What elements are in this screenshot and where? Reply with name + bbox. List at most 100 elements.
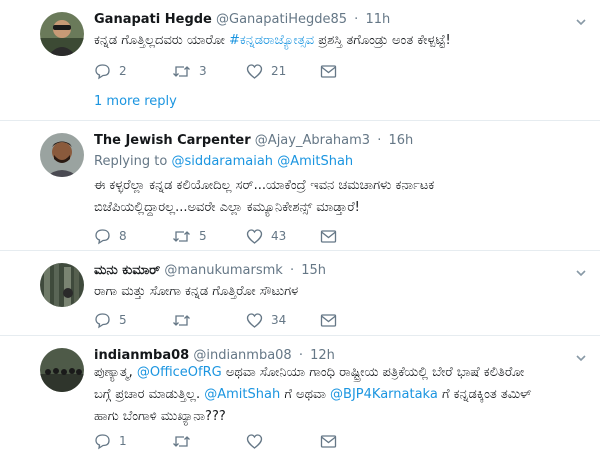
- like-icon: [246, 312, 263, 328]
- reply-icon: [95, 63, 110, 79]
- tweet-header: ಮನು ಕುಮಾರ್ @manukumarsmk · 15h: [94, 263, 326, 278]
- like-button[interactable]: 34: [246, 311, 286, 329]
- separator: ·: [354, 12, 359, 27]
- tweet-header: The Jewish Carpenter @Ajay_Abraham3 · 16…: [94, 133, 413, 148]
- reply-button[interactable]: 2: [94, 62, 127, 80]
- like-count: 34: [271, 313, 287, 327]
- tweet-actions: 2 3 21: [94, 62, 354, 80]
- mention-link[interactable]: @BJP4Karnataka: [330, 387, 438, 402]
- message-icon: [320, 229, 337, 243]
- like-icon: [246, 228, 263, 244]
- avatar[interactable]: [40, 263, 84, 307]
- reply-icon: [95, 312, 110, 328]
- retweet-icon: [173, 230, 190, 242]
- message-icon: [320, 313, 337, 327]
- tweet-text: ರಾಗಾ ಮತ್ತು ಸೋಗಾ ಕನ್ನಡ ಗೊತ್ತಿರೋ ಸೌಟುಗಳ: [94, 284, 299, 299]
- reply-count: 8: [119, 229, 127, 243]
- retweet-icon: [173, 435, 190, 447]
- text-segment: ಅಥವಾ ಸೋನಿಯಾ ಗಾಂಧಿ ರಾಷ್ಟ್ರೀಯ ಪತ್ರಿಕೆಯಲ್ಲಿ…: [221, 365, 525, 380]
- more-replies-link[interactable]: 1 more reply: [94, 94, 177, 109]
- tweet-header: Ganapati Hegde @GanapatiHegde85 · 11h: [94, 12, 390, 27]
- reply-icon: [95, 228, 110, 244]
- like-button[interactable]: 43: [246, 227, 286, 245]
- avatar[interactable]: [40, 12, 84, 56]
- like-icon: [246, 63, 263, 79]
- timestamp[interactable]: 11h: [365, 12, 390, 27]
- separator: ·: [289, 263, 295, 278]
- retweet-count: 5: [199, 229, 207, 243]
- tweet-indianmba08: indianmba08 @indianmba08 · 12h ಪುಣ್ಯಾತ್ಮ…: [0, 336, 600, 450]
- like-count: 43: [271, 229, 287, 243]
- timestamp[interactable]: 15h: [301, 263, 326, 278]
- mention-link[interactable]: @AmitShah: [277, 154, 353, 169]
- retweet-button[interactable]: 3: [172, 62, 207, 80]
- text-line: ಪುಣ್ಯಾತ್ಮ, @OfficeOfRG ಅಥವಾ ಸೋನಿಯಾ ಗಾಂಧಿ…: [94, 362, 584, 384]
- text-segment: ಬಗ್ಗೆ ಪ್ರಚಾರ ಮಾಡುತ್ತಿಲ್ಲ.: [94, 387, 205, 402]
- mention-link[interactable]: @siddaramaiah: [171, 154, 273, 169]
- text-line: ಈ ಕಳ್ಳರೆಲ್ಲಾ ಕನ್ನಡ ಕಲಿಯೋದಿಲ್ಲ ಸರ್...ಯಾಕೆ…: [94, 178, 435, 193]
- like-icon: [246, 433, 263, 449]
- retweet-button[interactable]: [172, 311, 199, 329]
- text-line: ಬಿಜೆಪಿಯಲ್ಲಿದ್ದಾರಲ್ಲ...ಅವರೇ ಎಲ್ಲಾ ಕಮ್ಯೂನಿ…: [94, 200, 360, 215]
- tweet-manu-kumar: ಮನು ಕುಮಾರ್ @manukumarsmk · 15h ರಾಗಾ ಮತ್ತ…: [0, 251, 600, 335]
- tweet-text: ಕನ್ನಡ ಗೊತ್ತಿಲ್ಲದವರು ಯಾರೋ #ಕನ್ನಡರಾಜ್ಯೋತ್ಸ…: [94, 30, 584, 52]
- like-count: 21: [271, 64, 287, 78]
- timestamp[interactable]: 16h: [388, 133, 413, 148]
- retweet-icon: [173, 314, 190, 326]
- avatar[interactable]: [40, 133, 84, 177]
- tweet-actions: 5 34: [94, 311, 354, 329]
- text-segment: ಪ್ರಶಸ್ತಿ ತಗೊಂಡ್ರು ಅಂತ ಕೇಳ್ಪಟ್ಟೆ!: [314, 33, 451, 48]
- text-line: ಬಗ್ಗೆ ಪ್ರಚಾರ ಮಾಡುತ್ತಿಲ್ಲ. @AmitShah ಗೆ ಅ…: [94, 384, 584, 406]
- chevron-down-icon[interactable]: [574, 14, 588, 28]
- message-icon: [320, 64, 337, 78]
- user-handle[interactable]: @Ajay_Abraham3: [255, 133, 370, 148]
- message-button[interactable]: [320, 227, 337, 245]
- display-name[interactable]: Ganapati Hegde: [94, 12, 212, 27]
- display-name[interactable]: indianmba08: [94, 348, 189, 363]
- message-button[interactable]: [320, 432, 337, 450]
- tweet-ganapati: Ganapati Hegde @GanapatiHegde85 · 11h ಕನ…: [0, 0, 600, 120]
- tweet-actions: 8 5 43: [94, 227, 354, 245]
- retweet-button[interactable]: 5: [172, 227, 207, 245]
- retweet-icon: [173, 65, 190, 77]
- tweet-actions: 1: [94, 432, 354, 450]
- message-icon: [320, 434, 337, 448]
- text-segment: ಗೆ ಅಥವಾ: [280, 387, 331, 402]
- separator: ·: [298, 348, 303, 363]
- retweet-button[interactable]: [172, 432, 199, 450]
- display-name[interactable]: The Jewish Carpenter: [94, 133, 251, 148]
- reply-count: 5: [119, 313, 127, 327]
- reply-count: 1: [119, 434, 127, 448]
- reply-count: 2: [119, 64, 127, 78]
- message-button[interactable]: [320, 62, 337, 80]
- replying-to: Replying to @siddaramaiah @AmitShah: [94, 151, 584, 173]
- text-segment: ಪುಣ್ಯಾತ್ಮ,: [94, 365, 137, 380]
- like-button[interactable]: 21: [246, 62, 286, 80]
- text-segment: ಕನ್ನಡ ಗೊತ್ತಿಲ್ಲದವರು ಯಾರೋ: [94, 33, 230, 48]
- message-button[interactable]: [320, 311, 337, 329]
- user-handle[interactable]: @indianmba08: [193, 348, 291, 363]
- chevron-down-icon[interactable]: [574, 265, 588, 279]
- user-handle[interactable]: @GanapatiHegde85: [216, 12, 347, 27]
- reply-button[interactable]: 8: [94, 227, 127, 245]
- timestamp[interactable]: 12h: [310, 348, 335, 363]
- tweet-header: indianmba08 @indianmba08 · 12h: [94, 348, 335, 363]
- tweet-text: ಈ ಕಳ್ಳರೆಲ್ಲಾ ಕನ್ನಡ ಕಲಿಯೋದಿಲ್ಲ ಸರ್...ಯಾಕೆ…: [94, 175, 584, 219]
- text-line: ಹಾಗು ಬೆಂಗಾಳಿ ಮುಖ್ಯಾನಾ???: [94, 409, 226, 424]
- retweet-count: 3: [199, 64, 207, 78]
- reply-button[interactable]: 5: [94, 311, 127, 329]
- user-handle[interactable]: @manukumarsmk: [164, 263, 282, 278]
- tweet-jewish-carpenter: The Jewish Carpenter @Ajay_Abraham3 · 16…: [0, 121, 600, 250]
- mention-link[interactable]: @AmitShah: [204, 387, 280, 402]
- reply-icon: [95, 433, 110, 449]
- display-name[interactable]: ಮನು ಕುಮಾರ್: [94, 263, 160, 278]
- tweet-text: ಪುಣ್ಯಾತ್ಮ, @OfficeOfRG ಅಥವಾ ಸೋನಿಯಾ ಗಾಂಧಿ…: [94, 362, 584, 428]
- text-segment: ಗೆ ಕನ್ನಡಕ್ಕಿಂತ ತಮಿಳ್: [437, 387, 532, 402]
- replying-label: Replying to: [94, 154, 168, 169]
- avatar[interactable]: [40, 348, 84, 392]
- mention-link[interactable]: @OfficeOfRG: [137, 365, 222, 380]
- like-button[interactable]: [246, 432, 271, 450]
- hashtag-link[interactable]: #ಕನ್ನಡರಾಜ್ಯೋತ್ಸವ: [229, 33, 314, 48]
- separator: ·: [377, 133, 382, 148]
- reply-button[interactable]: 1: [94, 432, 127, 450]
